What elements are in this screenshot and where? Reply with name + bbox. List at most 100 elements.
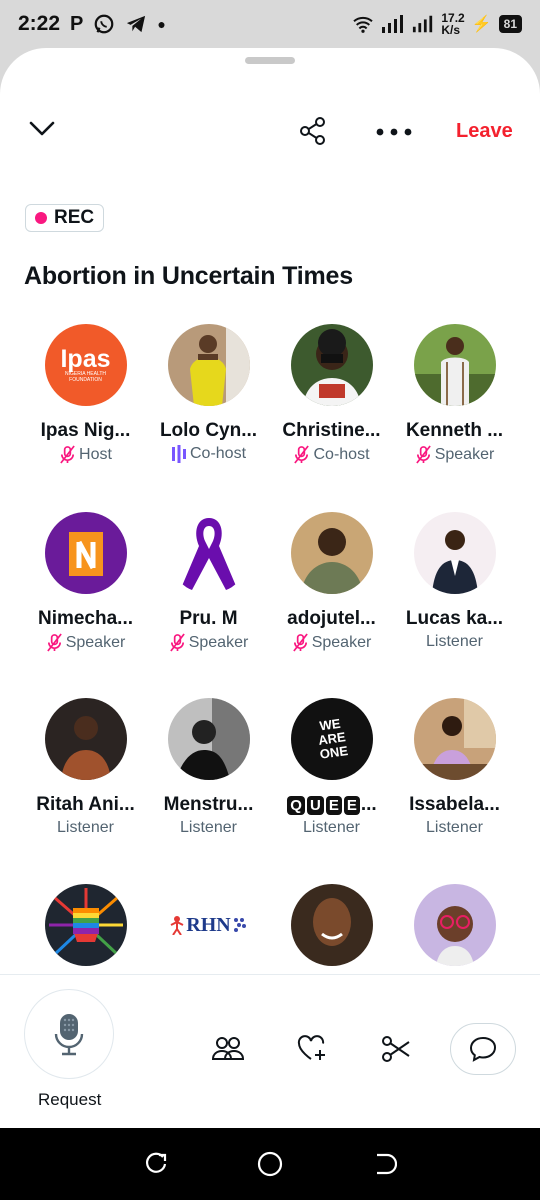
participant-avatar[interactable] <box>44 884 127 966</box>
speaking-bars-icon <box>171 445 186 463</box>
status-right-icons: 17.2 K/s ⚡ 81 <box>352 12 522 36</box>
participant-card[interactable] <box>393 884 516 966</box>
participant-role-label: Listener <box>426 633 483 650</box>
status-notification-icons: P ● <box>70 13 166 36</box>
participant-role-label: Speaker <box>65 633 126 651</box>
participant-role-label: Co-host <box>189 445 247 462</box>
participant-card[interactable] <box>270 884 393 966</box>
charging-icon: ⚡ <box>471 16 492 33</box>
space-sheet: Leave REC Abortion in Uncertain Times Ip… <box>0 48 540 1128</box>
recent-apps-icon[interactable] <box>143 1151 169 1177</box>
request-label: Request <box>38 1090 102 1109</box>
participant-card[interactable]: Pru. M Speaker <box>147 512 270 652</box>
participant-role: Co-host <box>147 445 270 463</box>
sheet-grabber[interactable] <box>245 57 295 64</box>
space-title: Abortion in Uncertain Times <box>24 262 353 290</box>
participant-avatar[interactable] <box>413 512 496 594</box>
collapse-chevron-icon[interactable] <box>28 118 56 138</box>
participant-card[interactable]: Issabela... Listener <box>393 698 516 837</box>
mic-muted-icon <box>294 445 310 464</box>
mic-muted-icon <box>169 633 185 652</box>
participant-avatar[interactable] <box>290 512 373 594</box>
participant-name: Pru. M <box>179 608 238 629</box>
battery-icon: 81 <box>498 15 522 33</box>
share-icon[interactable] <box>298 116 328 146</box>
participant-role-label: Speaker <box>188 633 249 651</box>
participant-avatar[interactable] <box>413 884 496 966</box>
rhn-dots-icon <box>233 918 246 932</box>
participant-name: adojutel... <box>287 608 376 629</box>
heart-plus-icon[interactable] <box>297 1035 327 1063</box>
signal-icon-2 <box>413 15 433 33</box>
clip-scissors-icon[interactable] <box>381 1035 411 1063</box>
participant-avatar[interactable] <box>167 324 250 406</box>
recording-badge: REC <box>25 204 105 232</box>
participant-card[interactable]: Ipas NIGERIA HEALTH FOUNDATION Ipas Nig...… <box>24 324 147 464</box>
participant-avatar[interactable] <box>167 512 250 594</box>
participant-avatar[interactable] <box>413 698 496 780</box>
participant-card[interactable] <box>24 884 147 966</box>
status-time: 2:22 <box>18 12 61 35</box>
participant-avatar[interactable]: RHN <box>167 884 250 966</box>
participant-card[interactable]: Menstru... Listener <box>147 698 270 837</box>
parking-icon: P <box>70 12 84 35</box>
participant-role: Listener <box>393 819 516 837</box>
whatsapp-icon <box>95 14 114 34</box>
participant-name: Lucas ka... <box>405 608 504 629</box>
participant-name: Kenneth ... <box>405 420 504 441</box>
participant-avatar[interactable] <box>413 324 496 406</box>
participant-avatar[interactable] <box>290 324 373 406</box>
participant-role: Speaker <box>24 633 147 652</box>
mic-muted-icon <box>415 445 431 464</box>
participant-role-label: Speaker <box>434 445 495 463</box>
more-notifications-dot: ● <box>157 16 166 32</box>
participant-role-label: Listener <box>426 819 483 836</box>
participant-avatar[interactable]: Ipas NIGERIA HEALTH FOUNDATION <box>44 324 127 406</box>
participant-role: Host <box>24 445 147 464</box>
participant-avatar[interactable] <box>167 698 250 780</box>
participant-name: Nimecha... <box>37 608 134 629</box>
participant-name: Ipas Nig... <box>40 420 131 441</box>
participant-card[interactable]: Lolo Cyn... Co-host <box>147 324 270 463</box>
request-to-speak-button[interactable] <box>24 989 114 1079</box>
microphone-icon <box>54 1014 84 1056</box>
participant-name: Ritah Ani... <box>36 794 135 815</box>
participant-role: Listener <box>147 819 270 837</box>
participant-name: Christine... <box>282 420 381 441</box>
participant-role: Co-host <box>270 445 393 464</box>
back-icon[interactable] <box>371 1151 397 1177</box>
status-bar: 2:22 P ● 17.2 K/s ⚡ 81 <box>0 0 540 48</box>
space-top-bar: Leave <box>0 110 540 156</box>
participant-card[interactable]: RHN <box>147 884 270 966</box>
participant-role-label: Listener <box>303 819 360 836</box>
participant-role-label: Host <box>79 445 112 463</box>
rhn-figure-icon <box>170 916 184 935</box>
participant-card[interactable]: Kenneth ... Speaker <box>393 324 516 464</box>
participant-card[interactable]: adojutel... Speaker <box>270 512 393 652</box>
participant-avatar[interactable] <box>44 512 127 594</box>
leave-button[interactable]: Leave <box>456 120 513 143</box>
participant-card[interactable]: Ritah Ani... Listener <box>24 698 147 837</box>
participant-name: Issabela... <box>409 794 500 815</box>
participant-role-label: Listener <box>57 819 114 836</box>
recording-label: REC <box>54 207 95 228</box>
participant-avatar[interactable]: WE ARE ONE <box>290 698 373 780</box>
telegram-icon <box>127 15 146 33</box>
participant-avatar[interactable] <box>44 698 127 780</box>
mic-muted-icon <box>46 633 62 652</box>
participant-card[interactable]: WE ARE ONE Q U E E... Listener <box>270 698 393 837</box>
ipas-logo-text: Ipas <box>60 345 111 373</box>
mic-muted-icon <box>60 445 75 464</box>
participant-role-label: Co-host <box>313 445 370 463</box>
participant-avatar[interactable] <box>290 884 373 966</box>
more-options-icon[interactable] <box>376 128 412 136</box>
participant-card[interactable]: Lucas ka... Listener <box>393 512 516 651</box>
name-letter-box: Q <box>287 796 305 815</box>
people-icon[interactable] <box>212 1035 244 1061</box>
participant-card[interactable]: Christine... Co-host <box>270 324 393 464</box>
participant-card[interactable]: Nimecha... Speaker <box>24 512 147 652</box>
name-letter-box: E <box>325 796 342 815</box>
participant-role-label: Listener <box>180 819 237 836</box>
comments-button[interactable] <box>450 1023 516 1075</box>
home-icon[interactable] <box>256 1150 284 1178</box>
